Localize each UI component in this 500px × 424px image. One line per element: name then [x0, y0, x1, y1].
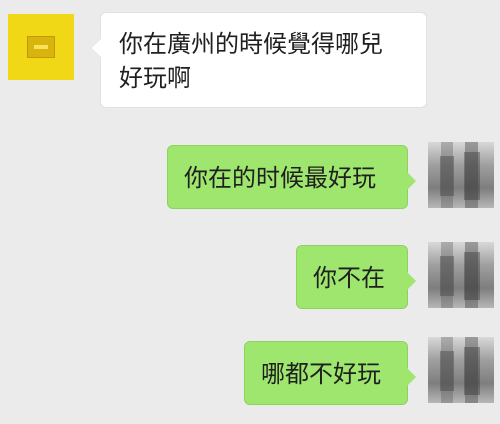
incoming-message-bubble[interactable]: 你在廣州的時候覺得哪兒好玩啊: [92, 12, 427, 108]
message-text: 你在的时候最好玩: [184, 164, 376, 192]
avatar[interactable]: [428, 337, 494, 403]
message-text: 哪都不好玩: [261, 360, 381, 388]
message-text: 你在廣州的時候覺得哪兒好玩啊: [119, 30, 383, 92]
avatar-mark-icon: [27, 36, 55, 58]
outgoing-message-bubble[interactable]: 你在的时候最好玩: [167, 145, 416, 209]
outgoing-message-bubble[interactable]: 你不在: [296, 245, 416, 309]
avatar[interactable]: [428, 242, 494, 308]
outgoing-message-bubble[interactable]: 哪都不好玩: [244, 341, 416, 405]
message-text: 你不在: [313, 264, 385, 292]
avatar[interactable]: [8, 14, 74, 80]
avatar[interactable]: [428, 142, 494, 208]
